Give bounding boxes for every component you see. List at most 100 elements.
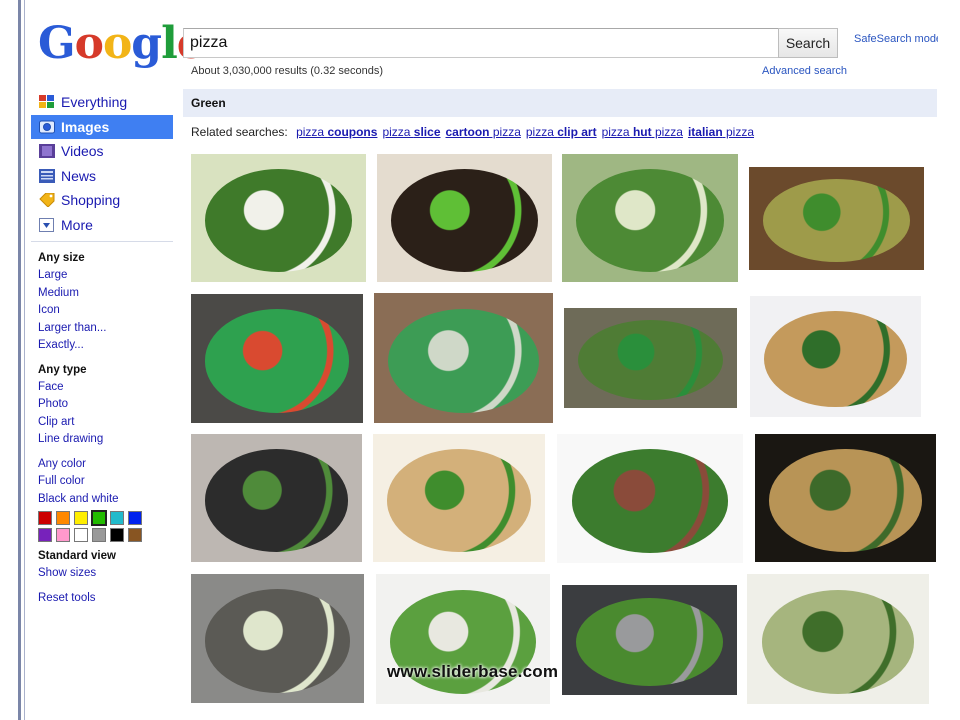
image-green-pizza-13[interactable] <box>191 574 364 703</box>
watermark: www.sliderbase.com <box>387 662 559 681</box>
size-option-icon[interactable]: Icon <box>38 302 168 320</box>
size-option-large[interactable]: Large <box>38 267 168 285</box>
color-swatch[interactable] <box>56 511 70 525</box>
color-option-any[interactable]: Any color <box>38 456 168 474</box>
image-green-pizza-14[interactable] <box>376 574 550 704</box>
related-search-link[interactable]: italian pizza <box>688 125 754 139</box>
color-swatch[interactable] <box>128 511 142 525</box>
sidebar-item-label: News <box>61 167 97 184</box>
search-button[interactable]: Search <box>778 28 838 58</box>
everything-icon <box>39 95 55 109</box>
related-search-text: pizza <box>722 125 755 139</box>
sidebar-item-videos[interactable]: Videos <box>31 139 173 163</box>
newspaper-icon <box>39 168 55 183</box>
related-search-keyword: hut <box>632 125 652 139</box>
image-green-pizza-9[interactable] <box>191 434 362 562</box>
related-search-keyword: coupons <box>327 125 378 139</box>
logo-letter: G <box>38 18 76 69</box>
camera-icon <box>39 120 55 134</box>
logo-letter: o <box>74 18 104 69</box>
related-search-keyword: slice <box>413 125 441 139</box>
search-box[interactable] <box>183 28 779 58</box>
type-filter-header: Any type <box>38 363 87 376</box>
type-option-line-drawing[interactable]: Line drawing <box>38 431 168 449</box>
sidebar-item-everything[interactable]: Everything <box>31 90 173 114</box>
color-swatch[interactable] <box>74 528 88 542</box>
sidebar-item-more[interactable]: More <box>31 213 173 237</box>
image-green-pizza-4[interactable] <box>749 167 924 270</box>
related-search-link[interactable]: pizza clip art <box>526 125 597 139</box>
image-green-pizza-8[interactable] <box>750 296 921 417</box>
color-option-full[interactable]: Full color <box>38 473 168 491</box>
related-search-keyword: italian <box>687 125 723 139</box>
related-search-text: pizza <box>296 125 328 139</box>
more-dropdown-icon <box>39 217 55 232</box>
sidebar-nav: Everything Images Videos News Shopping M… <box>31 90 173 237</box>
sidebar-item-label: More <box>61 216 93 233</box>
sidebar-item-label: Images <box>61 118 110 135</box>
color-option-black-white[interactable]: Black and white <box>38 491 168 509</box>
image-green-pizza-16[interactable] <box>747 574 929 704</box>
reset-tools-link[interactable]: Reset tools <box>38 590 168 608</box>
color-swatch[interactable] <box>91 510 107 526</box>
related-search-link[interactable]: pizza coupons <box>296 125 377 139</box>
related-search-link[interactable]: pizza hut pizza <box>602 125 683 139</box>
related-search-text: pizza <box>489 125 521 139</box>
result-stats: About 3,030,000 results (0.32 seconds) <box>191 65 384 77</box>
sidebar-item-label: Everything <box>61 94 128 110</box>
image-green-pizza-6[interactable] <box>374 293 553 423</box>
logo-letter: g <box>131 18 162 69</box>
sidebar-item-news[interactable]: News <box>31 164 173 188</box>
related-search-link[interactable]: cartoon pizza <box>446 125 521 139</box>
type-option-photo[interactable]: Photo <box>38 396 168 414</box>
image-green-pizza-5[interactable] <box>191 294 363 423</box>
image-green-pizza-3[interactable] <box>562 154 738 282</box>
results-title: Green <box>191 96 226 110</box>
safesearch-link[interactable]: SafeSearch moderate <box>854 33 938 45</box>
related-search-text: pizza <box>601 125 633 139</box>
related-search-link[interactable]: pizza slice <box>382 125 440 139</box>
type-option-face[interactable]: Face <box>38 379 168 397</box>
logo-letter: l <box>161 18 178 69</box>
image-green-pizza-15[interactable] <box>562 585 737 695</box>
color-swatch[interactable] <box>110 511 124 525</box>
color-swatch[interactable] <box>56 528 70 542</box>
color-swatch[interactable] <box>38 511 52 525</box>
related-searches-label: Related searches: <box>191 125 288 139</box>
color-swatch[interactable] <box>92 528 106 542</box>
image-green-pizza-1[interactable] <box>191 154 366 282</box>
color-swatch[interactable] <box>38 528 52 542</box>
color-swatches <box>38 510 168 542</box>
google-logo[interactable]: Google <box>38 18 205 69</box>
color-swatch[interactable] <box>110 528 124 542</box>
standard-view-header: Standard view <box>38 550 116 562</box>
image-green-pizza-11[interactable] <box>557 434 743 563</box>
image-green-pizza-2[interactable] <box>377 154 552 282</box>
related-search-keyword: cartoon <box>445 125 490 139</box>
color-swatch[interactable] <box>128 528 142 542</box>
related-search-keyword: clip art <box>557 125 597 139</box>
window-edge-inner <box>24 0 25 720</box>
image-green-pizza-12[interactable] <box>755 434 936 562</box>
size-option-exactly[interactable]: Exactly... <box>38 337 168 355</box>
related-search-text: pizza <box>651 125 683 139</box>
search-tools: Any size Large Medium Icon Larger than..… <box>38 250 168 607</box>
advanced-search-link[interactable]: Advanced search <box>762 65 847 77</box>
search-input[interactable] <box>184 29 778 57</box>
tag-icon <box>39 192 55 208</box>
image-green-pizza-10[interactable] <box>373 434 545 562</box>
color-swatch[interactable] <box>74 511 88 525</box>
size-option-larger-than[interactable]: Larger than... <box>38 320 168 338</box>
show-sizes-link[interactable]: Show sizes <box>38 565 168 583</box>
image-green-pizza-7[interactable] <box>564 308 737 408</box>
sidebar-item-shopping[interactable]: Shopping <box>31 188 173 212</box>
size-filter-header: Any size <box>38 252 85 264</box>
sidebar-item-label: Shopping <box>61 192 121 208</box>
type-option-clip-art[interactable]: Clip art <box>38 414 168 432</box>
sidebar-item-images[interactable]: Images <box>31 114 173 139</box>
logo-letter: o <box>102 18 132 69</box>
results-header-band <box>183 89 937 117</box>
window-edge <box>18 0 21 720</box>
related-searches: Related searches: pizza coupons pizza sli… <box>191 125 754 139</box>
size-option-medium[interactable]: Medium <box>38 285 168 303</box>
